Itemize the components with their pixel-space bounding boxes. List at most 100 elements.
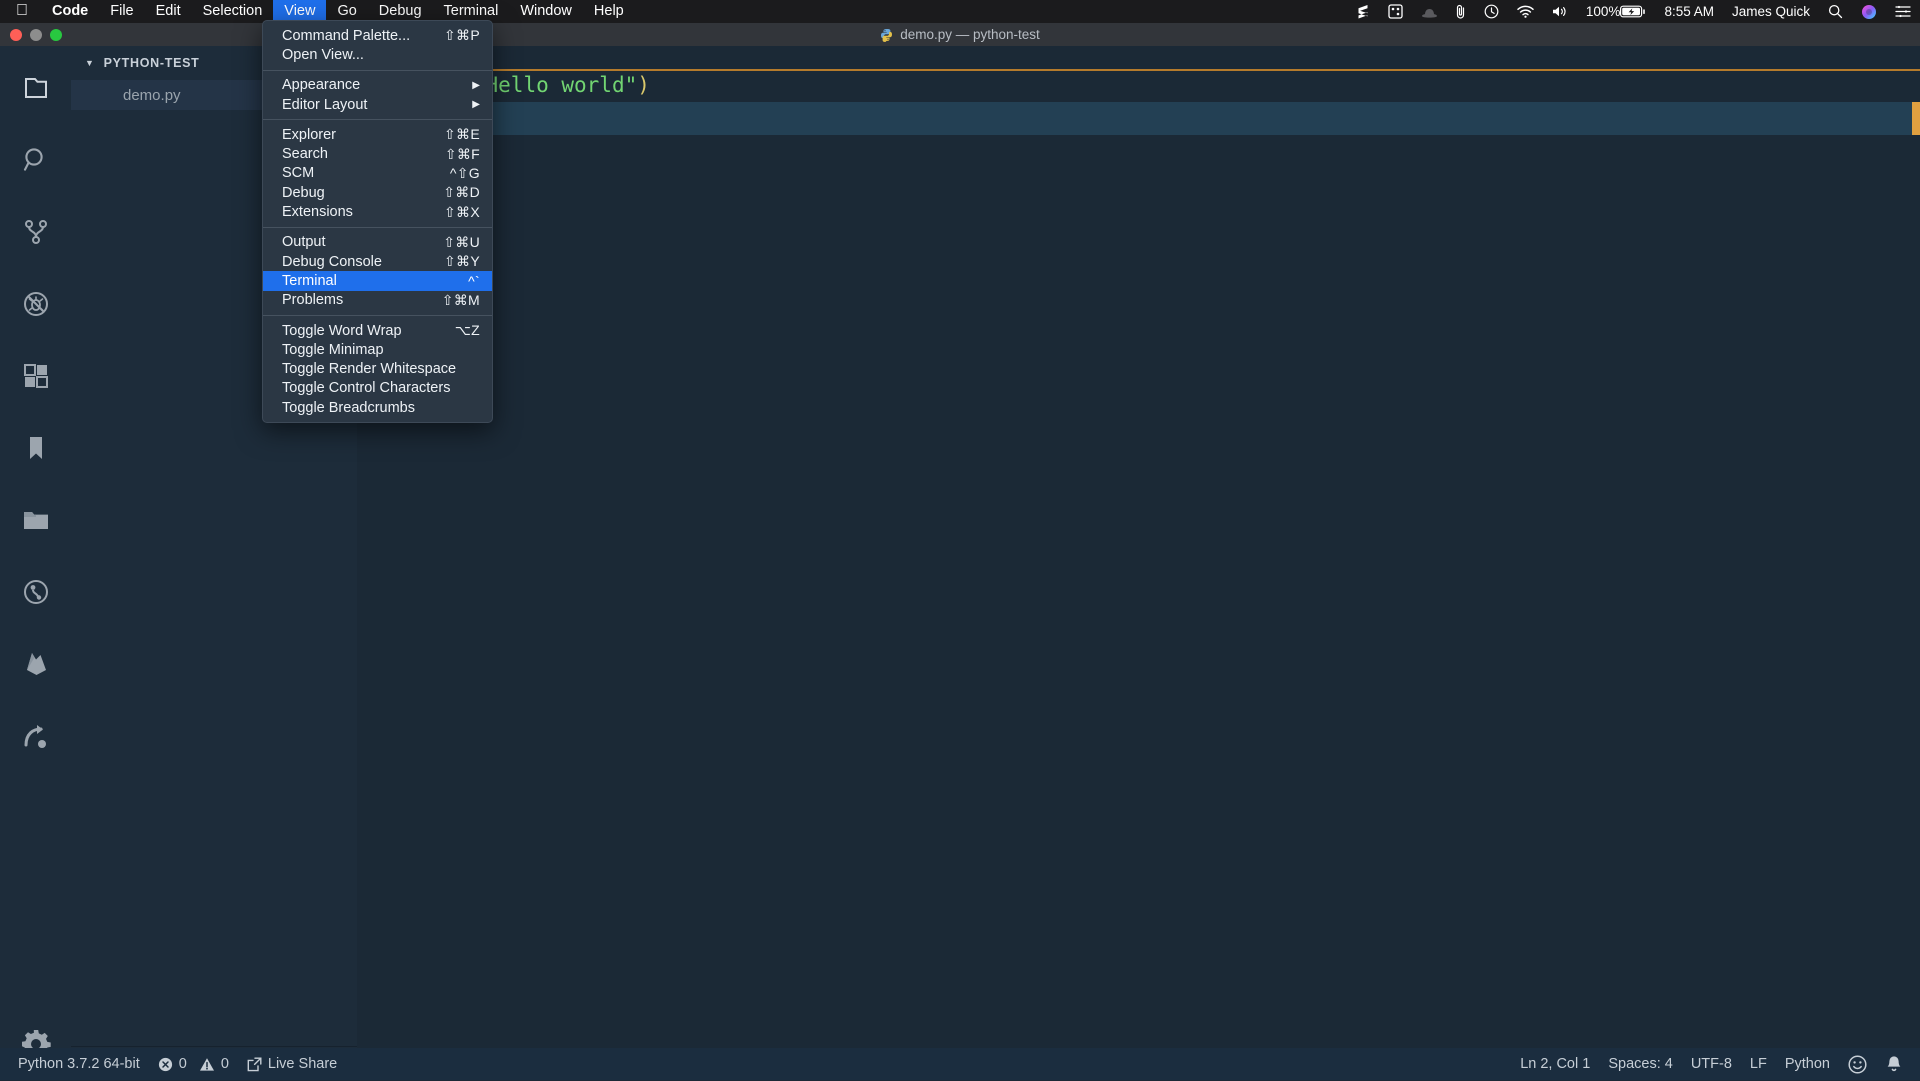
minimize-button[interactable] [30, 28, 42, 41]
code-token: "Hello world" [472, 73, 638, 97]
menu-item-toggle-minimap[interactable]: Toggle Minimap [263, 340, 492, 359]
menu-item-label: Terminal [282, 272, 337, 289]
menu-bar-item-code[interactable]: Code [41, 0, 99, 23]
menu-separator [263, 69, 492, 71]
menu-item-search[interactable]: Search ⇧⌘F [263, 144, 492, 163]
menu-item-label: Toggle Breadcrumbs [282, 399, 415, 416]
menu-item-toggle-breadcrumbs[interactable]: Toggle Breadcrumbs [263, 398, 492, 417]
menu-item-shortcut: ⌥Z [454, 322, 480, 338]
menu-item-shortcut: ⇧⌘D [443, 184, 480, 201]
editor-area: print("Hello world") [357, 46, 1920, 1080]
live-share-broadcast-icon [247, 1057, 262, 1071]
paperclip-icon[interactable] [1447, 0, 1475, 23]
menu-bar-item-window[interactable]: Window [509, 0, 583, 23]
menu-item-terminal[interactable]: Terminal ^` [263, 271, 492, 291]
source-control-branch-icon [24, 220, 47, 244]
status-python-version[interactable]: Python 3.7.2 64-bit [9, 1048, 149, 1080]
explorer-folder-label: PYTHON-TEST [103, 56, 200, 70]
menu-item-toggle-render-whitespace[interactable]: Toggle Render Whitespace [263, 359, 492, 378]
wifi-icon[interactable] [1508, 0, 1543, 23]
menu-bar-item-help[interactable]: Help [583, 0, 635, 23]
error-circle-icon [158, 1057, 172, 1071]
code-line[interactable] [357, 102, 1920, 135]
menu-item-label: Output [282, 234, 326, 251]
status-right-group: Ln 2, Col 1 Spaces: 4 UTF-8 LF Python [1511, 1048, 1912, 1080]
menu-separator [263, 226, 492, 228]
menu-bar-item-selection[interactable]: Selection [192, 0, 274, 23]
menu-item-toggle-control-characters[interactable]: Toggle Control Characters [263, 379, 492, 398]
extensions-blocks-icon [23, 364, 48, 388]
status-cursor-position[interactable]: Ln 2, Col 1 [1511, 1048, 1599, 1080]
menu-bar-item-file[interactable]: File [99, 0, 144, 23]
control-center-icon[interactable] [1886, 0, 1920, 23]
menu-item-open-view[interactable]: Open View... [263, 45, 492, 64]
activity-item-live-share[interactable] [0, 700, 71, 772]
activity-item-git-graph[interactable] [0, 556, 71, 628]
status-indentation[interactable]: Spaces: 4 [1599, 1048, 1682, 1080]
menu-item-editor-layout[interactable]: Editor Layout ▶ [263, 95, 492, 114]
menu-bar-item-edit[interactable]: Edit [145, 0, 192, 23]
menu-item-shortcut: ⇧⌘F [444, 145, 480, 162]
menu-item-shortcut: ⇧⌘Y [444, 253, 480, 270]
spotlight-search-icon[interactable] [1819, 0, 1852, 23]
battery-status[interactable]: 100% [1577, 0, 1656, 23]
menu-item-debug-console[interactable]: Debug Console ⇧⌘Y [263, 252, 492, 271]
submenu-arrow-icon: ▶ [472, 79, 480, 91]
activity-item-bookmarks[interactable] [0, 412, 71, 484]
activity-item-firebase[interactable] [0, 628, 71, 700]
menu-item-output[interactable]: Output ⇧⌘U [263, 233, 492, 252]
menu-item-label: Editor Layout [282, 96, 368, 113]
status-live-share[interactable]: Live Share [238, 1048, 346, 1080]
menu-item-extensions[interactable]: Extensions ⇧⌘X [263, 202, 492, 221]
status-language-mode[interactable]: Python [1776, 1048, 1839, 1080]
apple-logo-icon[interactable]:  [0, 0, 41, 23]
menu-item-shortcut: ⇧⌘X [444, 203, 480, 220]
activity-item-explorer[interactable] [0, 52, 71, 124]
status-bar: Python 3.7.2 64-bit 0 0 Live Share Ln 2,… [0, 1048, 1920, 1080]
grid-squares-icon[interactable] [1379, 0, 1412, 23]
menu-item-label: Open View... [282, 46, 364, 63]
status-feedback[interactable] [1839, 1048, 1876, 1080]
activity-item-project-manager[interactable] [0, 484, 71, 556]
time-machine-icon[interactable] [1475, 0, 1508, 23]
menu-item-label: Problems [282, 292, 344, 309]
clock-label[interactable]: 8:55 AM [1655, 0, 1723, 23]
status-warning-count: 0 [220, 1056, 229, 1072]
volume-icon[interactable] [1543, 0, 1577, 23]
activity-item-extensions[interactable] [0, 340, 71, 412]
activity-item-search[interactable] [0, 124, 71, 196]
menu-item-scm[interactable]: SCM ^⇧G [263, 164, 492, 183]
battery-charging-icon [1620, 5, 1646, 18]
code-content[interactable]: print("Hello world") [357, 69, 1920, 135]
menu-item-problems[interactable]: Problems ⇧⌘M [263, 291, 492, 310]
menu-item-shortcut: ^⇧G [449, 164, 480, 181]
menu-item-debug[interactable]: Debug ⇧⌘D [263, 183, 492, 202]
traffic-lights [10, 23, 62, 46]
menu-item-label: Explorer [282, 126, 336, 143]
menu-item-appearance[interactable]: Appearance ▶ [263, 76, 492, 95]
status-problems[interactable]: 0 0 [149, 1048, 238, 1080]
status-eol[interactable]: LF [1741, 1048, 1776, 1080]
activity-item-source-control[interactable] [0, 196, 71, 268]
status-notifications[interactable] [1876, 1048, 1912, 1080]
bowler-hat-icon[interactable] [1412, 0, 1447, 23]
siri-icon[interactable] [1852, 0, 1886, 23]
menu-item-explorer[interactable]: Explorer ⇧⌘E [263, 125, 492, 144]
activity-bar [0, 46, 71, 1080]
menu-item-label: SCM [282, 165, 315, 182]
code-line[interactable]: print("Hello world") [357, 69, 1920, 102]
menu-item-shortcut: ⇧⌘M [441, 291, 480, 308]
firebase-flame-icon [26, 653, 46, 675]
menu-item-toggle-word-wrap[interactable]: Toggle Word Wrap ⌥Z [263, 321, 492, 340]
zoom-button[interactable] [50, 28, 62, 41]
close-button[interactable] [10, 28, 22, 41]
user-name-label[interactable]: James Quick [1723, 0, 1819, 23]
git-graph-icon [23, 580, 48, 604]
status-live-share-label: Live Share [267, 1056, 338, 1072]
activity-item-debug[interactable] [0, 268, 71, 340]
menu-item-label: Search [282, 146, 328, 163]
sublime-s-icon[interactable] [1347, 0, 1379, 23]
status-encoding[interactable]: UTF-8 [1682, 1048, 1741, 1080]
menu-item-command-palette[interactable]: Command Palette... ⇧⌘P [263, 26, 492, 45]
menu-item-label: Toggle Control Characters [282, 380, 451, 397]
